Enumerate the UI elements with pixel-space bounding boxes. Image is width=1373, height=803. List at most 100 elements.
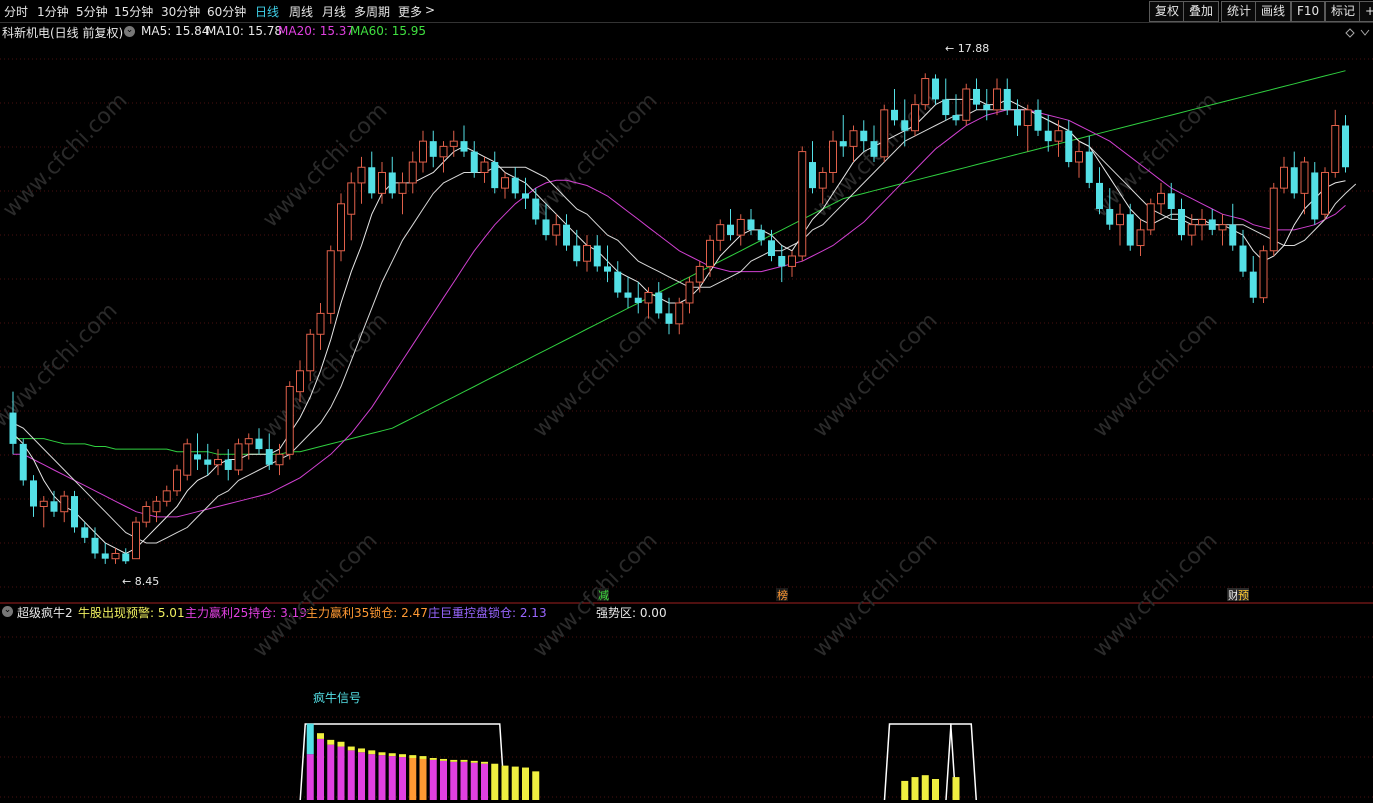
candle-body (685, 281, 694, 304)
indicator-bar (932, 779, 939, 800)
candle-body (162, 490, 171, 502)
candle-body (983, 104, 991, 110)
candle-body (839, 141, 847, 147)
candle-body (655, 292, 663, 314)
candle-body (675, 302, 684, 325)
candle-body (204, 459, 212, 465)
candle-body (614, 271, 622, 293)
watermark-text: www.cfchi.com (1088, 88, 1222, 222)
watermark-text: www.cfchi.com (258, 308, 392, 442)
candle-body (173, 469, 181, 492)
candle-body (337, 203, 345, 252)
watermark-text: www.cfchi.com (528, 308, 662, 442)
candle-body (1218, 224, 1227, 231)
candle-body (388, 172, 396, 194)
indicator-bar (921, 775, 929, 800)
candle-body (921, 78, 930, 106)
candle-body (809, 162, 816, 189)
candle-body (973, 88, 980, 105)
candle-body (470, 151, 478, 173)
indicator-bar (388, 756, 396, 800)
candle-body (706, 239, 714, 267)
candle-body (265, 449, 273, 465)
indicator-bar-top (460, 759, 468, 762)
candle-body (522, 193, 529, 199)
indicator-bar-top (358, 748, 365, 753)
candle-body (1342, 125, 1349, 168)
indicator-bar (501, 765, 509, 800)
indicator-bar (306, 754, 314, 800)
candle-body (798, 151, 807, 257)
candle-body (563, 224, 570, 246)
kline-chart[interactable]: www.cfchi.com www.cfchi.com www.cfchi.com w… (0, 0, 1373, 803)
candle-body (1096, 182, 1103, 210)
indicator-bar-top (419, 756, 427, 759)
candle-body (778, 255, 786, 267)
low-price-label: ← 8.45 (122, 575, 159, 588)
signal-label: 疯牛信号 (313, 690, 361, 705)
candle-body (132, 521, 140, 560)
candle-body (1023, 109, 1032, 127)
candle-body (152, 500, 161, 513)
candle-body (593, 245, 601, 267)
high-price-label: ← 17.88 (945, 42, 989, 55)
candle-body (183, 443, 192, 476)
candle-body (296, 370, 304, 393)
candle-body (30, 480, 37, 507)
indicator-bar-top (399, 754, 406, 758)
indicator-bar (409, 758, 417, 800)
candle-body (9, 412, 17, 444)
candle-body (1054, 130, 1063, 142)
candle-body (285, 385, 294, 455)
candle-body (757, 229, 765, 241)
candle-body (993, 88, 1001, 111)
candle-body (91, 537, 99, 554)
indicator-bar (532, 771, 540, 800)
candle-body (962, 88, 971, 121)
candle-body (347, 182, 356, 215)
candle-body (1187, 224, 1196, 236)
candle-body (1178, 209, 1185, 236)
candle-body (624, 292, 632, 298)
candle-body (357, 166, 366, 184)
candle-body (849, 130, 858, 147)
candle-body (532, 198, 540, 220)
candle-body (275, 453, 284, 466)
indicator-bar (911, 777, 919, 800)
candle-body (727, 224, 734, 236)
indicator-bar-top (429, 758, 437, 760)
indicator-bar-top (481, 761, 488, 764)
candle-body (716, 224, 725, 241)
event-mark-1: 榜 (777, 588, 788, 602)
indicator-bar-top (368, 750, 376, 755)
candle-body (788, 255, 796, 267)
candle-body (583, 245, 591, 262)
candle-body (1259, 250, 1268, 299)
candle-body (71, 496, 78, 528)
candle-body (234, 443, 243, 471)
watermark-text: www.cfchi.com (1088, 528, 1222, 662)
indicator-bar-top (450, 759, 458, 762)
candle-body (368, 167, 376, 194)
candle-body (439, 145, 448, 158)
indicator-bar (470, 762, 478, 800)
candle-body (1106, 209, 1114, 225)
candle-body (1300, 161, 1309, 194)
candle-body (942, 99, 950, 116)
candle-body (1136, 229, 1145, 247)
watermark-text: www.cfchi.com (1088, 308, 1222, 442)
event-mark-0: 减 (598, 589, 609, 602)
indicator-bar-top (388, 753, 396, 757)
candle-body (604, 266, 611, 272)
candle-body (224, 459, 232, 470)
indicator-bar-top (470, 760, 478, 763)
indicator-bar (429, 759, 437, 800)
candle-body (101, 553, 109, 559)
candle-body (480, 161, 489, 173)
indicator-bar (481, 763, 488, 800)
indicator-bar (358, 752, 365, 800)
candle-body (460, 141, 468, 152)
candle-body (429, 141, 437, 157)
candle-body (665, 313, 673, 324)
candle-body (695, 265, 704, 283)
